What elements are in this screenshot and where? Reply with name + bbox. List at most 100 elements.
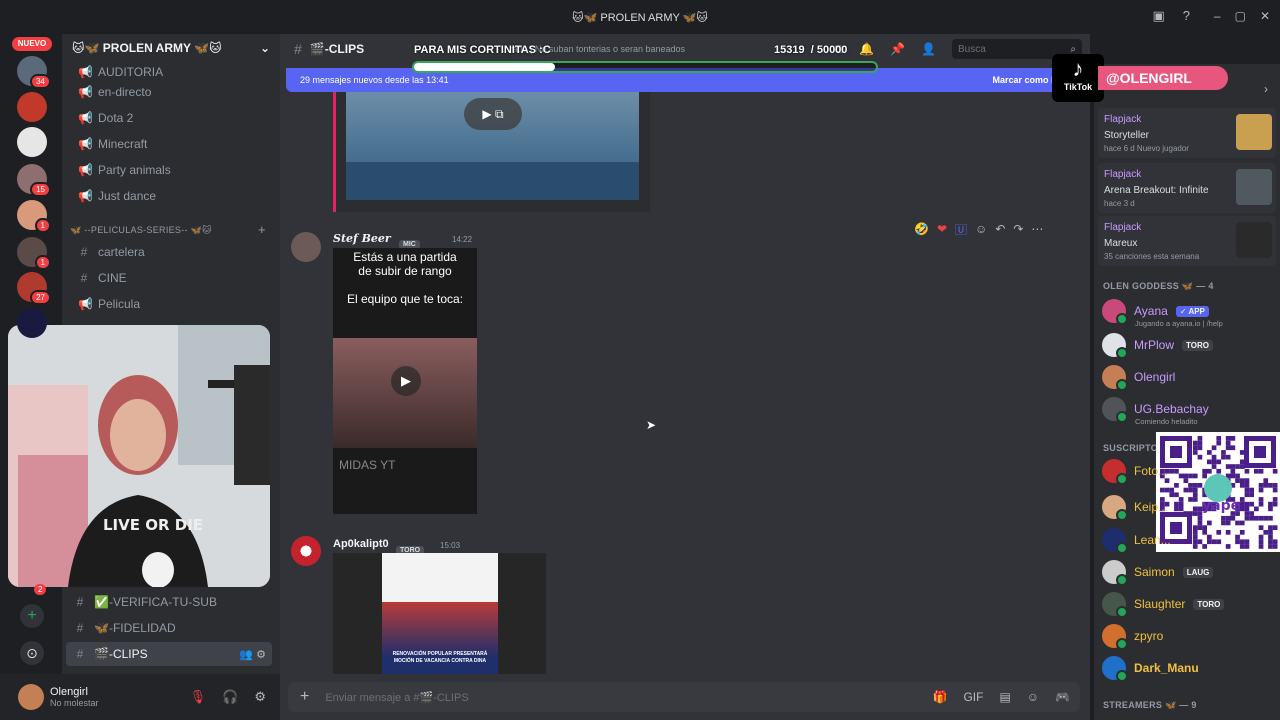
- member-item[interactable]: Foto...: [1102, 458, 1169, 485]
- mic-muted-icon[interactable]: 🎙: [190, 689, 207, 705]
- channel-item[interactable]: 📢 Minecraft: [70, 132, 274, 156]
- minimize-button[interactable]: –: [1214, 9, 1221, 23]
- video-thumbnail[interactable]: ▶ ⧉: [346, 92, 639, 200]
- channel-item[interactable]: 📢 en-directo: [70, 80, 274, 104]
- channel-label: en-directo: [98, 85, 152, 99]
- play-icon[interactable]: ▶ ⧉: [464, 98, 522, 130]
- play-icon[interactable]: ▶: [391, 366, 421, 396]
- server-icon[interactable]: 34: [17, 56, 51, 89]
- channel-item[interactable]: 📢 Pelicula: [70, 292, 274, 316]
- add-channel-icon[interactable]: +: [258, 222, 266, 237]
- server-header[interactable]: 🐱🦋 PROLEN ARMY 🦋🐱 ⌄: [62, 34, 280, 62]
- channel-label: Party animals: [98, 163, 171, 177]
- attach-plus-icon[interactable]: +: [300, 688, 309, 706]
- unread-badge: 1: [34, 218, 51, 233]
- member-item[interactable]: Olengirl: [1102, 364, 1175, 391]
- server-icon[interactable]: 27: [17, 272, 51, 305]
- username: Olengirl: [50, 686, 88, 698]
- goal-label: PARA MIS CORTINITAS :C: [414, 44, 551, 56]
- avatar: [1102, 656, 1128, 682]
- member-item[interactable]: Slaughter TORO: [1102, 591, 1225, 618]
- avatar[interactable]: [291, 536, 321, 566]
- channel-item[interactable]: 📢 Dota 2: [70, 106, 274, 130]
- server-icon[interactable]: 1: [17, 237, 51, 270]
- server-icon[interactable]: [17, 308, 47, 338]
- stream-goal: PARA MIS CORTINITAS :C 15319 / 50000: [412, 42, 878, 76]
- webcam-overlay: LIVE OR DIE: [8, 325, 270, 587]
- gear-icon[interactable]: ⚙: [254, 689, 266, 705]
- add-server-button[interactable]: +: [20, 604, 44, 628]
- new-badge[interactable]: NUEVO: [12, 37, 52, 51]
- message-input[interactable]: Enviar mensaje a #🎬-CLIPS: [325, 691, 468, 704]
- channel-actions: 👥 ⚙: [239, 648, 266, 661]
- compass-icon: ⊙: [26, 645, 38, 661]
- channel-item[interactable]: # CINE: [70, 266, 274, 290]
- member-item[interactable]: Ayana ✓ APP Jugando a ayana.io | /help: [1102, 298, 1223, 328]
- forward-icon[interactable]: ↷: [1013, 222, 1023, 236]
- pin-icon[interactable]: 📌: [890, 42, 905, 56]
- video-attachment[interactable]: Estás a una partida de subir de rango El…: [333, 248, 477, 514]
- server-icon[interactable]: [17, 127, 47, 157]
- member-item[interactable]: UG.Bebachay Comiendo heladito: [1102, 396, 1209, 426]
- more-icon[interactable]: ⋯: [1031, 222, 1043, 236]
- image-attachment[interactable]: RENOVACIÓN POPULAR PRESENTARÁ MOCIÓN DE …: [333, 553, 546, 675]
- activity-card[interactable]: Flapjack Mareux 35 canciones esta semana: [1098, 216, 1276, 266]
- window-title: 🐱🦋 PROLEN ARMY 🦋🐱: [572, 11, 708, 24]
- reply-icon[interactable]: ↶: [995, 222, 1005, 236]
- members-icon[interactable]: 👤: [921, 42, 936, 56]
- help-icon[interactable]: ?: [1183, 8, 1190, 24]
- laugh-emoji-icon[interactable]: 🤣: [914, 222, 929, 236]
- channel-item[interactable]: # 🎬-CLIPS 👥 ⚙: [66, 642, 272, 666]
- gift-icon[interactable]: 🎁: [932, 690, 947, 704]
- gear-icon[interactable]: ⚙: [256, 649, 266, 661]
- message-author[interactable]: Stef Beer: [333, 232, 391, 245]
- emoji-icon[interactable]: ☺: [1027, 690, 1039, 704]
- activity-card[interactable]: Flapjack Storyteller hace 6 d Nuevo jugado…: [1098, 108, 1276, 158]
- avatar[interactable]: [18, 684, 44, 710]
- svg-text:LIVE OR DIE: LIVE OR DIE: [103, 516, 203, 534]
- message-author[interactable]: Ap0kalipt0: [333, 538, 389, 550]
- server-icon[interactable]: [17, 92, 47, 122]
- avatar[interactable]: [291, 232, 321, 262]
- activity-card[interactable]: Flapjack Arena Breakout: Infinite hace 3 d: [1098, 163, 1276, 213]
- message-composer[interactable]: + Enviar mensaje a #🎬-CLIPS 🎁 GIF ▤ ☺ 🎮: [288, 682, 1080, 712]
- megaphone-icon: 📢: [78, 297, 93, 311]
- server-icon[interactable]: 15: [17, 164, 51, 197]
- channel-label: Just dance: [98, 189, 157, 203]
- explore-button[interactable]: ⊙: [20, 641, 44, 665]
- member-item[interactable]: Saimon LAUG: [1102, 559, 1214, 586]
- heart-emoji-icon[interactable]: ❤: [937, 222, 947, 236]
- inbox-icon[interactable]: ▣: [1152, 8, 1164, 24]
- channel-item[interactable]: 📢 Just dance: [70, 184, 274, 208]
- apps-icon[interactable]: 🎮: [1055, 690, 1070, 704]
- chevron-right-icon[interactable]: ›: [1264, 82, 1268, 96]
- activity-title: Arena Breakout: Infinite: [1104, 185, 1209, 196]
- channel-item[interactable]: # ✅-VERIFICA-TU-SUB: [66, 590, 272, 614]
- channel-label: Pelicula: [98, 297, 141, 311]
- channel-category[interactable]: 🦋 --PELICULAS-SERIES-- 🦋🐱: [70, 225, 212, 236]
- sticker-icon[interactable]: ▤: [999, 690, 1010, 704]
- headphones-muted-icon[interactable]: 🎧: [222, 689, 238, 705]
- search-input[interactable]: Busca: [958, 44, 1070, 55]
- member-item[interactable]: Dark_Manu: [1102, 655, 1199, 682]
- unread-badge: 15: [30, 182, 51, 197]
- megaphone-icon: 📢: [78, 65, 93, 79]
- u-emoji-icon[interactable]: 🅄: [955, 221, 967, 238]
- activity-sub: hace 3 d: [1104, 199, 1135, 208]
- channel-label: 🦋-FIDELIDAD: [94, 621, 176, 635]
- channel-item[interactable]: # 🦋-FIDELIDAD: [66, 616, 272, 640]
- server-icon[interactable]: 1: [17, 200, 51, 233]
- member-item[interactable]: Keip...: [1102, 494, 1168, 521]
- close-button[interactable]: ✕: [1260, 9, 1270, 23]
- gif-icon[interactable]: GIF: [963, 690, 983, 704]
- add-reaction-icon[interactable]: ☺: [975, 222, 987, 236]
- member-name: Foto...: [1134, 464, 1169, 478]
- invite-icon[interactable]: 👥: [239, 649, 256, 661]
- member-item[interactable]: zpyro: [1102, 623, 1163, 650]
- member-name: Slaughter: [1134, 597, 1186, 611]
- channel-item[interactable]: 📢 Party animals: [70, 158, 274, 182]
- channel-item[interactable]: # cartelera: [70, 240, 274, 264]
- member-item[interactable]: Lean...: [1102, 527, 1171, 554]
- member-item[interactable]: MrPlow TORO: [1102, 332, 1213, 359]
- maximize-button[interactable]: ▢: [1235, 9, 1246, 23]
